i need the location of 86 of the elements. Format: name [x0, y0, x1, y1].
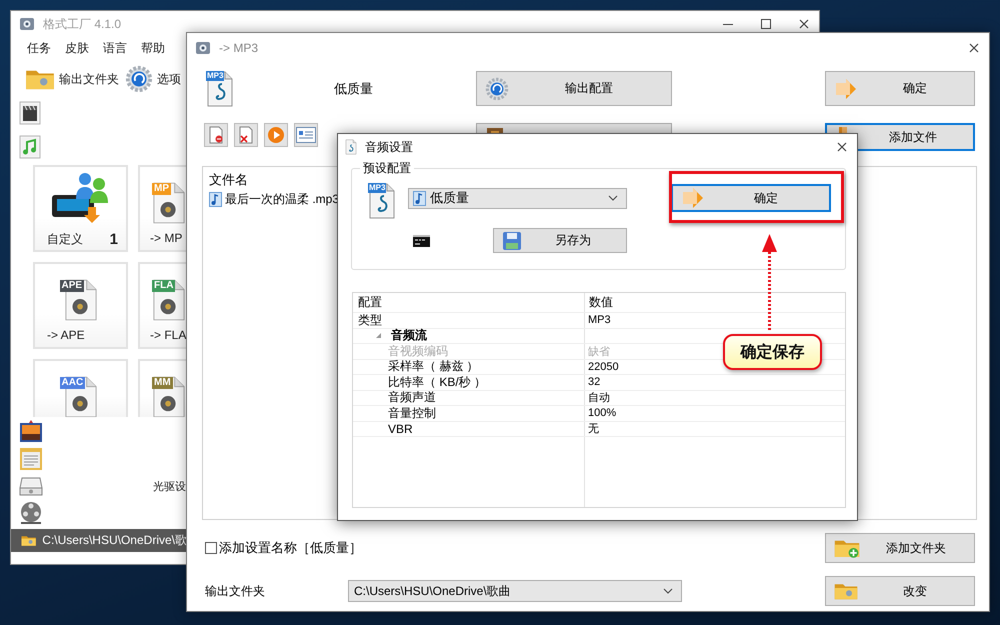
list-card-icon — [296, 127, 316, 143]
format-label: MP3 — [206, 70, 224, 80]
task-count: 1 — [110, 231, 118, 248]
music-note-icon[interactable] — [19, 135, 41, 159]
arrow-icon — [834, 78, 858, 100]
column-header: 文件名 — [209, 171, 248, 189]
add-folder-button[interactable]: 添加文件夹 — [825, 533, 975, 563]
details-button[interactable] — [294, 123, 318, 147]
music-file-icon — [368, 182, 396, 220]
music-file-icon — [206, 70, 234, 108]
gear-icon — [485, 76, 509, 100]
close-icon[interactable] — [799, 19, 809, 29]
delete-button[interactable] — [234, 123, 258, 147]
output-folder-dropdown[interactable]: C:\Users\HSU\OneDrive\歌曲 — [348, 580, 682, 602]
column-header: 数值 — [584, 293, 845, 313]
expander-icon[interactable] — [375, 332, 382, 340]
picture-icon[interactable] — [19, 420, 43, 444]
window-title: -> MP3 — [219, 41, 258, 55]
group-title: 预设配置 — [360, 160, 414, 177]
change-button[interactable]: 改变 — [825, 576, 975, 606]
menu-item[interactable]: 皮肤 — [65, 40, 89, 56]
output-settings-button[interactable]: 输出配置 — [476, 71, 672, 106]
app-icon — [19, 17, 35, 31]
format-tile[interactable]: 自定义 1 — [33, 165, 128, 252]
folder-icon — [21, 533, 36, 548]
format-label: AAC — [60, 377, 86, 389]
menu-item[interactable]: 帮助 — [141, 40, 165, 56]
property-name: 类型 — [353, 313, 584, 328]
play-icon — [267, 126, 285, 144]
save-as-button[interactable]: 另存为 — [493, 228, 627, 253]
options-button[interactable]: 选项 — [125, 65, 181, 93]
callout-note: 确定保存 — [723, 334, 822, 370]
format-label: MP3 — [368, 183, 386, 193]
format-tile[interactable]: AAC — [33, 359, 128, 417]
clapperboard-icon[interactable] — [19, 101, 41, 125]
file-remove-icon — [208, 126, 224, 144]
document-icon — [345, 139, 357, 155]
format-label: MP — [152, 183, 171, 195]
save-icon — [502, 230, 522, 250]
format-tile[interactable]: APE -> APE — [33, 262, 128, 349]
property-value: 无 — [584, 422, 845, 437]
format-tile[interactable]: FLA -> FLA — [138, 262, 187, 349]
property-name: 比特率（ KB/秒 ） — [353, 375, 584, 390]
film-reel-icon[interactable] — [19, 501, 43, 525]
property-name: 采样率（ 赫兹 ） — [353, 360, 584, 375]
console-icon — [413, 234, 430, 246]
menu-item[interactable]: 语言 — [103, 40, 127, 56]
checkbox[interactable] — [205, 542, 217, 554]
property-value: 100% — [584, 406, 845, 422]
property-value: 自动 — [584, 390, 845, 406]
file-delete-icon — [238, 126, 254, 144]
property-group: 音频流 — [391, 327, 427, 344]
preset-name: 低质量 — [334, 80, 373, 98]
output-path: C:\Users\HSU\OneDrive\歌 — [42, 532, 187, 549]
dialog-title: 音频设置 — [365, 138, 413, 156]
format-label: APE — [60, 280, 84, 292]
property-name: 音频声道 — [353, 390, 584, 406]
play-button[interactable] — [264, 123, 288, 147]
field-label: 输出文件夹 — [205, 582, 265, 600]
menu-item[interactable]: 任务 — [27, 40, 51, 56]
gear-icon — [125, 65, 153, 93]
ok-button[interactable]: 确定 — [671, 184, 831, 212]
property-value: 32 — [584, 375, 845, 390]
arrow-icon — [681, 187, 705, 209]
output-folder-button[interactable]: 输出文件夹 — [25, 67, 119, 91]
close-icon[interactable] — [837, 142, 847, 152]
format-tile[interactable]: MP -> MP — [138, 165, 187, 252]
app-icon — [195, 41, 211, 55]
property-name: 音视频编码 — [353, 344, 584, 360]
format-label: MM — [152, 377, 173, 389]
close-icon[interactable] — [969, 43, 979, 53]
format-label: FLA — [152, 280, 176, 292]
column-header: 配置 — [353, 293, 584, 313]
property-value: MP3 — [584, 313, 845, 328]
checkbox-label[interactable]: 添加设置名称［低质量］ — [219, 539, 362, 557]
format-tile[interactable]: MM — [138, 359, 187, 417]
maximize-icon[interactable] — [761, 19, 771, 29]
remove-button[interactable] — [204, 123, 228, 147]
property-name: VBR — [353, 422, 584, 437]
preset-dropdown[interactable]: 低质量 — [408, 188, 627, 208]
ok-button[interactable]: 确定 — [825, 71, 975, 106]
category-label: 光驱设 — [153, 480, 187, 494]
property-name: 音量控制 — [353, 406, 584, 422]
window-title: 格式工厂 4.1.0 — [43, 16, 122, 32]
audio-file-icon — [413, 190, 426, 206]
audio-file-icon — [209, 192, 222, 207]
